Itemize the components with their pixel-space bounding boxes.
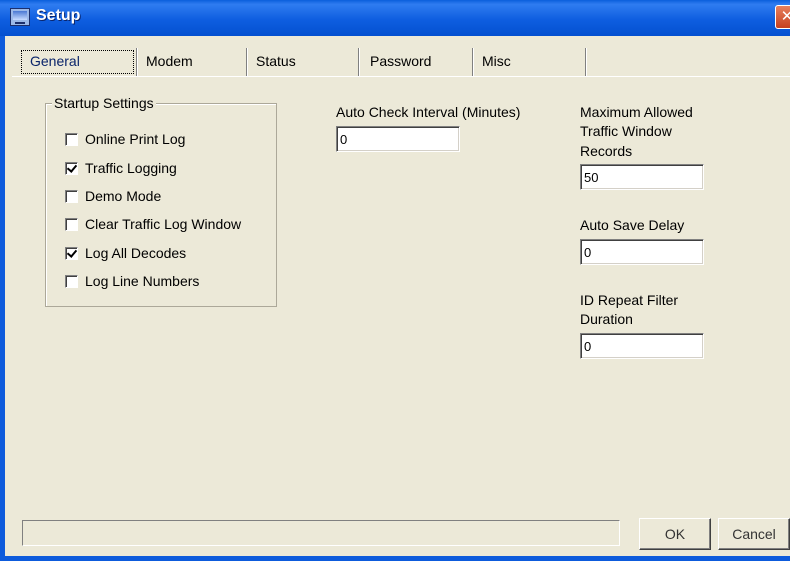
tab-divider bbox=[585, 48, 587, 76]
close-icon[interactable]: ✕ bbox=[775, 5, 790, 29]
window-title: Setup bbox=[36, 7, 81, 24]
tab-status[interactable]: Status bbox=[248, 48, 356, 76]
tab-divider bbox=[472, 48, 474, 76]
id-repeat-filter-input[interactable] bbox=[580, 333, 704, 359]
clear-traffic-log-window-label: Clear Traffic Log Window bbox=[85, 216, 242, 232]
max-records-label-line1: Maximum Allowed bbox=[580, 104, 693, 120]
tab-divider bbox=[136, 48, 138, 76]
max-records-label-line2: Traffic Window bbox=[580, 123, 672, 139]
log-all-decodes-checkbox[interactable] bbox=[65, 247, 78, 260]
tab-password[interactable]: Password bbox=[362, 48, 470, 76]
computer-monitor-icon bbox=[10, 8, 30, 26]
window-frame-bottom bbox=[0, 556, 790, 561]
tab-general[interactable]: General bbox=[22, 48, 134, 76]
traffic-logging-checkbox[interactable] bbox=[65, 162, 78, 175]
tab-modem[interactable]: Modem bbox=[138, 48, 244, 76]
online-print-log-checkbox[interactable] bbox=[65, 133, 78, 146]
tab-divider bbox=[246, 48, 248, 76]
tab-strip-baseline bbox=[12, 76, 790, 77]
startup-settings-legend: Startup Settings bbox=[52, 95, 156, 111]
demo-mode-checkbox[interactable] bbox=[65, 190, 78, 203]
clear-traffic-log-window-checkbox[interactable] bbox=[65, 218, 78, 231]
title-bar[interactable]: Setup ✕ bbox=[0, 0, 790, 36]
max-records-label-line3: Records bbox=[580, 143, 633, 159]
log-all-decodes-label: Log All Decodes bbox=[85, 245, 187, 261]
id-repeat-filter-label-line1: ID Repeat Filter bbox=[580, 292, 679, 308]
auto-save-delay-input[interactable] bbox=[580, 239, 704, 265]
auto-check-interval-input[interactable] bbox=[336, 126, 460, 152]
log-line-numbers-label: Log Line Numbers bbox=[85, 273, 200, 289]
window-frame-left bbox=[0, 36, 5, 561]
tab-divider bbox=[358, 48, 360, 76]
online-print-log-label: Online Print Log bbox=[85, 131, 186, 147]
cancel-button[interactable]: Cancel bbox=[718, 518, 790, 550]
max-records-input[interactable] bbox=[580, 164, 704, 190]
auto-save-delay-label: Auto Save Delay bbox=[580, 217, 685, 233]
auto-check-interval-label: Auto Check Interval (Minutes) bbox=[336, 104, 521, 120]
traffic-logging-label: Traffic Logging bbox=[85, 160, 177, 176]
ok-button[interactable]: OK bbox=[639, 518, 711, 550]
id-repeat-filter-label-line2: Duration bbox=[580, 311, 633, 327]
demo-mode-label: Demo Mode bbox=[85, 188, 162, 204]
tab-misc[interactable]: Misc bbox=[474, 48, 584, 76]
status-bar bbox=[22, 520, 620, 546]
setup-window: Setup ✕ General Modem Status Password Mi… bbox=[0, 0, 790, 561]
log-line-numbers-checkbox[interactable] bbox=[65, 275, 78, 288]
